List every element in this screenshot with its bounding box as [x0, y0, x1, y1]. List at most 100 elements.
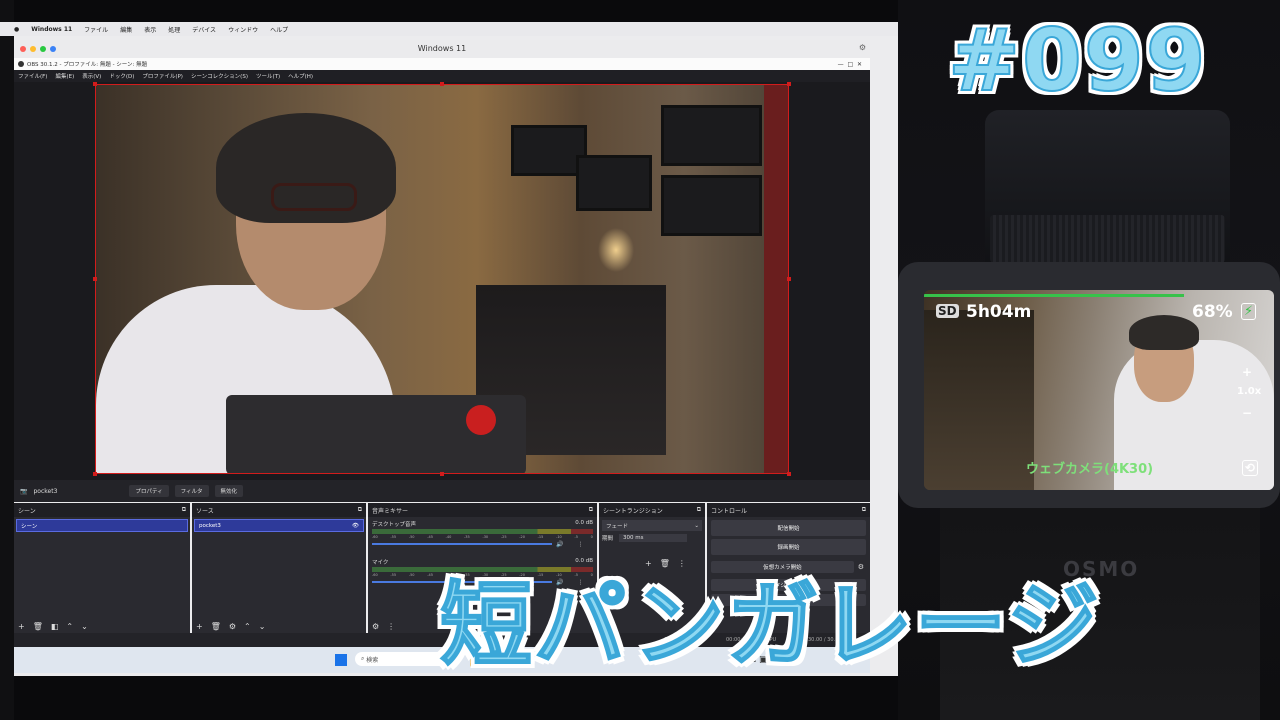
mixer-channel-level: 0.0 dB: [575, 558, 593, 564]
source-toolbar: 📷 pocket3 プロパティ フィルタ 無効化: [14, 480, 870, 502]
more-icon[interactable]: ⋮: [577, 541, 583, 548]
mixer-dock-title: 音声ミキサー: [372, 507, 409, 515]
controls-dock-title: コントロール: [711, 507, 748, 515]
video-title: 短パンガレージ: [439, 572, 1101, 679]
sources-dock: ソース ⧉ pocket3 👁 + 🗑 ⚙ ⌃ ⌄: [192, 503, 366, 633]
speaker-icon[interactable]: 🔊: [556, 541, 563, 548]
mixer-channel-level: 0.0 dB: [575, 520, 593, 526]
obs-menu-item[interactable]: ツール(T): [256, 72, 280, 80]
menubar-item[interactable]: 表示: [144, 25, 156, 34]
disable-button[interactable]: 無効化: [214, 485, 244, 497]
visibility-eye-icon[interactable]: 👁: [352, 523, 359, 529]
menubar-item[interactable]: 処理: [168, 25, 180, 34]
start-streaming-button[interactable]: 配信開始: [711, 520, 866, 536]
popout-icon[interactable]: ⧉: [697, 506, 701, 514]
zoom-level: 1.0x: [1237, 386, 1262, 397]
mac-menubar: ● Windows 11 ファイル 編集 表示 処理 デバイス ウィンドウ ヘル…: [0, 22, 898, 36]
more-icon[interactable]: ⋮: [387, 622, 395, 631]
chevron-down-icon: ⌄: [694, 522, 699, 529]
battery-icon: ⚡: [1241, 303, 1257, 320]
add-icon[interactable]: +: [18, 622, 25, 631]
obs-menu-item[interactable]: プロファイル(P): [142, 72, 183, 80]
add-icon[interactable]: +: [196, 622, 203, 631]
menubar-item[interactable]: ヘルプ: [270, 25, 288, 34]
menubar-item[interactable]: 編集: [120, 25, 132, 34]
more-icon[interactable]: ⋮: [678, 559, 686, 568]
obs-menu-item[interactable]: シーンコレクション(S): [191, 72, 248, 80]
resize-handle[interactable]: [440, 472, 444, 476]
popout-icon[interactable]: ⧉: [182, 506, 186, 514]
trash-icon[interactable]: 🗑: [660, 559, 670, 568]
windows-start-icon[interactable]: [335, 654, 347, 666]
transitions-dock-title: シーントランジション: [603, 507, 663, 515]
apple-icon[interactable]: ●: [14, 26, 19, 33]
obs-menubar: ファイル(F) 編集(E) 表示(V) ドック(D) プロファイル(P) シーン…: [14, 70, 870, 82]
obs-menu-item[interactable]: 表示(V): [82, 72, 101, 80]
camera-grip-ridges: [990, 215, 1225, 263]
obs-menu-item[interactable]: 編集(E): [55, 72, 74, 80]
menubar-item[interactable]: デバイス: [192, 25, 216, 34]
selected-source-name: pocket3: [33, 487, 58, 495]
search-placeholder: 検索: [366, 656, 379, 664]
flip-icon[interactable]: ⟲: [1242, 460, 1259, 476]
popout-icon[interactable]: ⧉: [589, 506, 593, 514]
menubar-item[interactable]: ファイル: [84, 25, 108, 34]
resize-handle[interactable]: [787, 472, 791, 476]
desktop-left-edge: [0, 0, 14, 720]
resize-handle[interactable]: [787, 277, 791, 281]
menubar-item[interactable]: ウィンドウ: [228, 25, 258, 34]
gear-icon[interactable]: ⚙: [229, 622, 236, 631]
sd-card-badge: SD: [936, 304, 959, 318]
resize-handle[interactable]: [787, 82, 791, 86]
vm-titlebar: Windows 11 ⚙: [14, 40, 870, 58]
start-recording-button[interactable]: 録画開始: [711, 539, 866, 555]
duration-input[interactable]: 300 ms: [619, 534, 688, 542]
popout-icon[interactable]: ⧉: [358, 506, 362, 514]
popout-icon[interactable]: ⧉: [862, 506, 866, 514]
volume-slider[interactable]: [372, 543, 552, 545]
resize-handle[interactable]: [93, 472, 97, 476]
scenes-dock: シーン ⧉ シーン + 🗑 ◧ ⌃ ⌄: [14, 503, 190, 633]
chevron-down-icon[interactable]: ⌄: [81, 622, 88, 631]
obs-app-icon: [18, 61, 24, 67]
obs-title: OBS 30.1.2 - プロファイル: 無題 - シーン: 無題: [27, 62, 148, 68]
camera-icon: 📷: [20, 487, 28, 495]
recording-time-remaining: 5h04m: [966, 302, 1032, 322]
obs-menu-item[interactable]: ヘルプ(H): [288, 72, 313, 80]
obs-menu-item[interactable]: ドック(D): [109, 72, 134, 80]
menubar-item[interactable]: Windows 11: [31, 26, 72, 33]
settings-icon[interactable]: ⚙: [859, 43, 866, 52]
glasses: [271, 183, 357, 211]
transition-select[interactable]: フェード ⌄: [602, 520, 702, 531]
preview-video[interactable]: [95, 84, 789, 474]
trash-icon[interactable]: 🗑: [33, 622, 43, 631]
episode-number: #099: [947, 11, 1208, 111]
scene-list-item[interactable]: シーン: [16, 519, 188, 532]
camera-screen: SD 5h04m 68% ⚡ + 1.0x − ウェブカメラ(4K30) ⟲: [924, 290, 1274, 490]
scenes-dock-title: シーン: [18, 507, 36, 515]
window-controls-icon[interactable]: — □ ✕: [838, 61, 862, 68]
chevron-up-icon[interactable]: ⌃: [244, 622, 251, 631]
gear-icon[interactable]: ⚙: [372, 622, 379, 631]
add-icon[interactable]: +: [645, 559, 652, 568]
gear-icon[interactable]: ⚙: [858, 563, 864, 571]
zoom-out-icon[interactable]: −: [1242, 406, 1252, 420]
chevron-down-icon[interactable]: ⌄: [259, 622, 266, 631]
source-item-label: pocket3: [199, 522, 221, 529]
obs-menu-item[interactable]: ファイル(F): [18, 72, 47, 80]
zoom-in-icon[interactable]: +: [1242, 365, 1252, 379]
sources-dock-title: ソース: [196, 507, 214, 515]
source-list-item[interactable]: pocket3 👁: [194, 519, 364, 532]
filter-icon[interactable]: ◧: [51, 622, 59, 631]
chevron-up-icon[interactable]: ⌃: [66, 622, 73, 631]
battery-level: 68%: [1192, 302, 1233, 322]
properties-button[interactable]: プロパティ: [129, 485, 169, 497]
mixer-channel-name: デスクトップ音声: [372, 522, 417, 528]
resize-handle[interactable]: [93, 277, 97, 281]
trash-icon[interactable]: 🗑: [211, 622, 221, 631]
filters-button[interactable]: フィルタ: [174, 485, 209, 497]
mixer-channel-name: マイク: [372, 560, 389, 566]
obs-titlebar: OBS 30.1.2 - プロファイル: 無題 - シーン: 無題 — □ ✕: [14, 58, 870, 70]
resize-handle[interactable]: [93, 82, 97, 86]
resize-handle[interactable]: [440, 82, 444, 86]
